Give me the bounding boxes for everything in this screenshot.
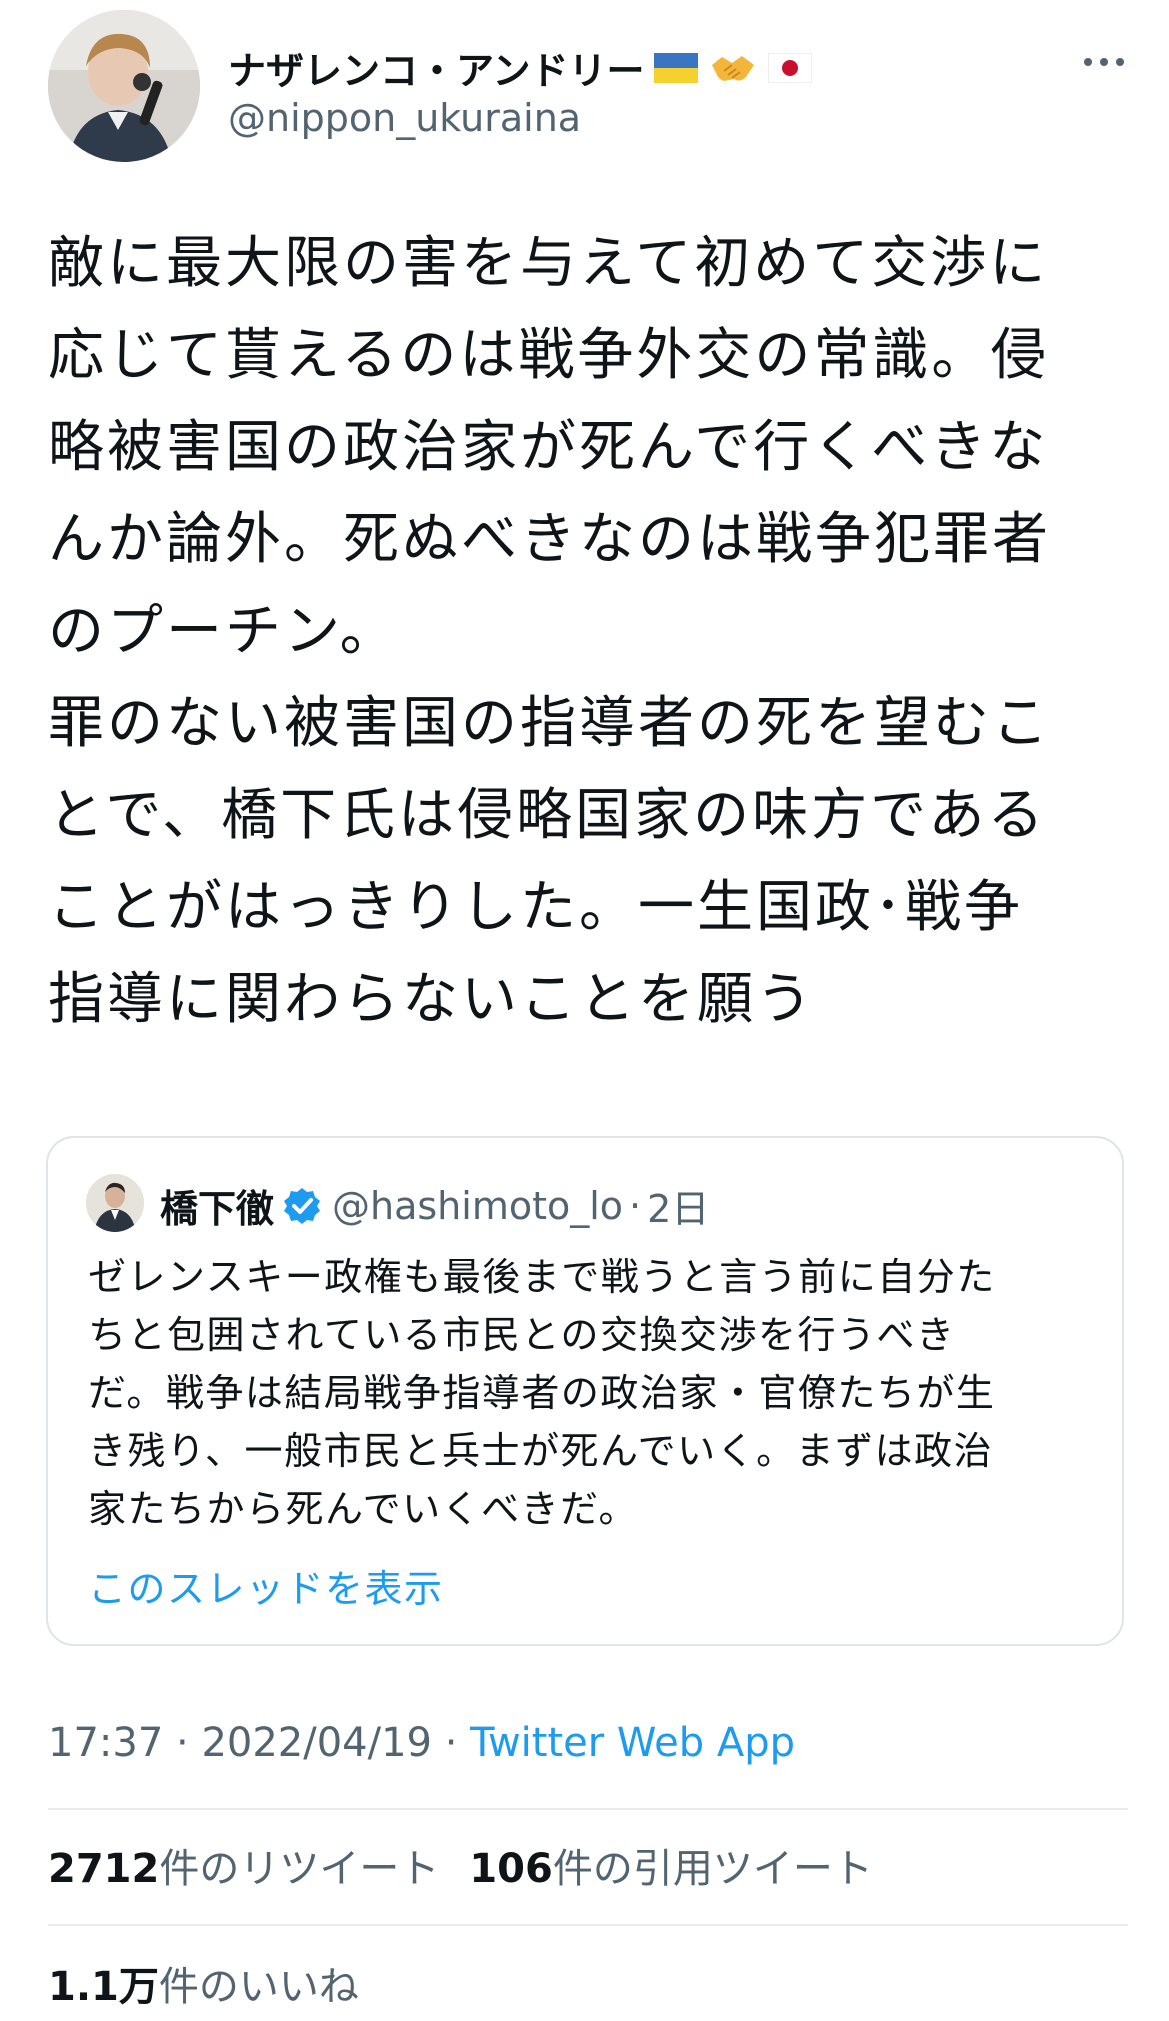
tweet-line: のプーチン。 [48,599,399,664]
source-app-link[interactable]: Twitter Web App [470,1720,795,1766]
quoted-line: ちと包囲されている市民との交換交渉を行うべき [88,1313,956,1357]
author-handle[interactable]: @nippon_ukuraina [228,96,581,140]
tweet-time[interactable]: 17:37 [48,1720,163,1766]
show-thread-link[interactable]: このスレッドを表示 [88,1558,444,1613]
quoted-line: き残り、一般市民と兵士が死んでいく。まずは政治 [88,1429,994,1473]
quoted-timestamp[interactable]: 2日 [647,1178,709,1233]
likes-count: 1.1万 [48,1964,159,2010]
ukraine-flag-icon [654,52,699,83]
quoted-tweet-text: ゼレンスキー政権も最後まで戦うと言う前に自分た ちと包囲されている市民との交換交… [88,1248,1098,1538]
retweets-label: 件のリツイート [159,1846,440,1892]
likes-label: 件のいいね [158,1964,359,2010]
quoted-author-handle[interactable]: @hashimoto_lo [332,1184,623,1228]
tweet-line: 応じて貰えるのは戦争外交の常識。侵 [48,323,1050,388]
meta-separator: · [431,1720,471,1766]
tweet-line: んか論外。死ぬべきなのは戦争犯罪者 [48,507,1051,572]
tweet-line: 罪のない被害国の指導者の死を望むこ [48,691,1051,756]
quoted-tweet-header: 橋下徹 @hashimoto_lo · 2日 [160,1178,709,1233]
tweet-header: ナザレンコ・アンドリー @nippon_ukuraina [48,10,1128,170]
tweet-line: ことがはっきりした。一生国政･戦争 [48,875,1023,940]
engagement-stats-row: 2712件のリツイート 106件の引用ツイート [48,1836,873,1894]
divider [48,1808,1128,1810]
divider [48,1924,1128,1926]
quotes-stat[interactable]: 106件の引用ツイート [469,1846,873,1892]
author-avatar[interactable] [48,10,200,162]
verified-badge-icon [284,1187,321,1224]
quoted-line: 家たちから死んでいくべきだ。 [88,1487,638,1531]
tweet-line: 指導に関わらないことを願う [48,967,815,1032]
author-display-name[interactable]: ナザレンコ・アンドリー [228,40,813,95]
quotes-count: 106 [469,1846,553,1892]
quotes-label: 件の引用ツイート [552,1846,873,1892]
tweet-line: 敵に最大限の害を与えて初めて交渉に [48,231,1049,296]
tweet-date[interactable]: 2022/04/19 [201,1720,432,1766]
retweets-count: 2712 [48,1846,160,1892]
separator: · [629,1183,642,1228]
quoted-author-avatar[interactable] [86,1174,144,1232]
tweet-line: とで、橋下氏は侵略国家の味方である [48,783,1047,848]
quoted-line: だ。戦争は結局戦争指導者の政治家・官僚たちが生 [88,1371,996,1415]
likes-stat[interactable]: 1.1万件のいいね [48,1964,359,2010]
quoted-tweet-card[interactable]: 橋下徹 @hashimoto_lo · 2日 ゼレンスキー政権も最後まで戦うと言… [46,1136,1124,1646]
quoted-line: ゼレンスキー政権も最後まで戦うと言う前に自分た [88,1255,996,1299]
more-options-icon[interactable] [1080,50,1128,74]
japan-flag-icon [768,52,813,83]
likes-stat-row: 1.1万件のいいね [48,1954,359,2012]
quoted-author-name[interactable]: 橋下徹 [160,1178,274,1233]
meta-separator: · [163,1720,202,1766]
tweet-text: 敵に最大限の害を与えて初めて交渉に 応じて貰えるのは戦争外交の常識。侵 略被害国… [48,218,1128,1046]
tweet-meta: 17:37 · 2022/04/19 · Twitter Web App [48,1720,795,1766]
handshake-icon [712,55,755,81]
tweet-line: 略被害国の政治家が死んで行くべきな [48,415,1049,480]
retweets-stat[interactable]: 2712件のリツイート [48,1846,439,1892]
